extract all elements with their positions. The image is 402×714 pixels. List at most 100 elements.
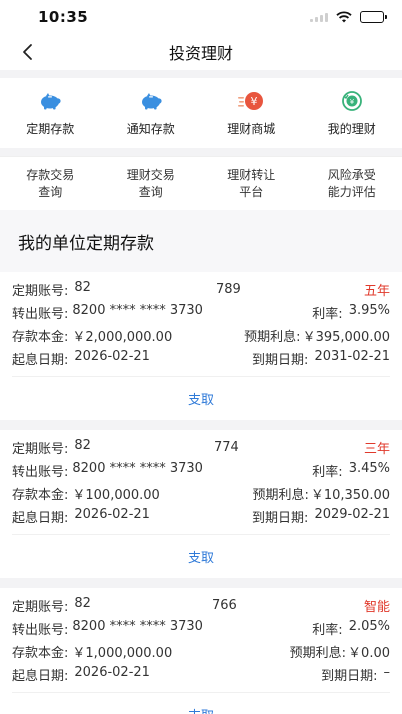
interest-value: ￥10,350.00 [310, 488, 390, 503]
principal-row: 存款本金: ￥2,000,000.00 预期利息: ￥395,000.00 [12, 324, 390, 347]
rate-label: 利率: [312, 623, 343, 638]
interest-label: 预期利息: [252, 488, 309, 503]
date-row: 起息日期: 2026-02-21 到期日期: 2029-02-21 [12, 505, 390, 528]
status-time: 10:35 [38, 8, 89, 26]
interest-value: ￥0.00 [348, 646, 390, 661]
interest-value: ￥395,000.00 [302, 330, 390, 345]
account-label: 定期账号: [12, 600, 69, 615]
menu-fixed-deposit[interactable]: 定期存款 [0, 90, 101, 137]
from-account-row: 转出账号: 8200 **** **** 3730 利率: 3.95% [12, 301, 390, 324]
principal-row: 存款本金: ￥1,000,000.00 预期利息: ￥0.00 [12, 640, 390, 663]
withdraw-row: 支取 [12, 692, 390, 714]
svg-text:¥: ¥ [350, 98, 355, 106]
interest-label: 预期利息: [289, 646, 347, 661]
start-date-value: 2026-02-21 [74, 507, 150, 522]
start-date-label: 起息日期: [12, 669, 69, 684]
account-suffix: 789 [216, 282, 241, 297]
account-prefix: 82 [74, 596, 91, 611]
section-title: 我的单位定期存款 [18, 233, 154, 254]
account-row: 定期账号: 82 789 五年 [12, 278, 390, 301]
function-links: 存款交易 查询 理财交易 查询 理财转让 平台 风险承受 能力评估 [0, 156, 402, 210]
start-date-value: 2026-02-21 [74, 349, 150, 364]
piggy-bank-icon [37, 90, 63, 112]
divider [0, 420, 402, 430]
start-date-value: 2026-02-21 [74, 665, 150, 680]
yen-coin-icon: ¥ [238, 90, 264, 112]
page-title: 投资理财 [168, 44, 233, 63]
principal-value: ￥100,000.00 [72, 488, 160, 503]
term-tag: 三年 [363, 442, 390, 457]
section-header: 我的单位定期存款 [0, 210, 402, 272]
end-date-value: – [383, 665, 391, 680]
from-account-label: 转出账号: [12, 465, 69, 480]
deposit-query-link[interactable]: 存款交易 查询 [0, 167, 101, 201]
term-tag: 五年 [363, 284, 390, 299]
menu-my-finance[interactable]: ¥ 我的理财 [302, 90, 402, 137]
from-account-row: 转出账号: 8200 **** **** 3730 利率: 2.05% [12, 617, 390, 640]
piggy-bank-icon [138, 90, 164, 112]
account-label: 定期账号: [12, 442, 69, 457]
interest-label: 预期利息: [244, 330, 301, 345]
from-account-value: 8200 **** **** 3730 [72, 303, 203, 318]
my-finance-icon: ¥ [339, 90, 365, 112]
deposit-card: 定期账号: 82 774 三年 转出账号: 8200 **** **** 373… [0, 430, 402, 578]
back-button[interactable] [14, 38, 40, 66]
finance-query-link[interactable]: 理财交易 查询 [101, 167, 202, 201]
account-row: 定期账号: 82 774 三年 [12, 436, 390, 459]
start-date-label: 起息日期: [12, 353, 69, 368]
rate-label: 利率: [312, 307, 343, 322]
menu-finance-mall[interactable]: ¥ 理财商城 [201, 90, 302, 137]
menu-label: 定期存款 [26, 121, 75, 136]
principal-row: 存款本金: ￥100,000.00 预期利息: ￥10,350.00 [12, 482, 390, 505]
start-date-label: 起息日期: [12, 511, 69, 526]
nav-bar: 投资理财 [0, 34, 402, 70]
account-label: 定期账号: [12, 284, 69, 299]
signal-icon [310, 12, 328, 22]
withdraw-button[interactable]: 支取 [188, 547, 214, 566]
from-account-row: 转出账号: 8200 **** **** 3730 利率: 3.45% [12, 459, 390, 482]
status-bar: 10:35 [0, 0, 402, 34]
end-date-label: 到期日期: [252, 353, 309, 368]
divider [0, 578, 402, 588]
menu-notice-deposit[interactable]: 通知存款 [101, 90, 202, 137]
status-icons [310, 11, 387, 23]
account-row: 定期账号: 82 766 智能 [12, 594, 390, 617]
end-date-label: 到期日期: [321, 669, 378, 684]
menu-label: 我的理财 [327, 121, 376, 136]
from-account-label: 转出账号: [12, 307, 69, 322]
account-suffix: 774 [214, 440, 239, 455]
withdraw-row: 支取 [12, 376, 390, 420]
chevron-left-icon [23, 44, 32, 60]
account-suffix: 766 [212, 598, 237, 613]
principal-label: 存款本金: [12, 330, 69, 345]
withdraw-row: 支取 [12, 534, 390, 578]
divider [0, 148, 402, 156]
principal-label: 存款本金: [12, 646, 69, 661]
svg-text:¥: ¥ [251, 95, 258, 108]
risk-assessment-link[interactable]: 风险承受 能力评估 [302, 167, 402, 201]
deposit-card: 定期账号: 82 766 智能 转出账号: 8200 **** **** 373… [0, 588, 402, 714]
end-date-value: 2031-02-21 [314, 349, 390, 364]
from-account-value: 8200 **** **** 3730 [72, 461, 203, 476]
menu-label: 理财商城 [227, 121, 276, 136]
principal-value: ￥2,000,000.00 [72, 330, 173, 345]
account-prefix: 82 [74, 438, 91, 453]
principal-value: ￥1,000,000.00 [72, 646, 173, 661]
rate-value: 3.45% [348, 461, 390, 476]
term-tag: 智能 [363, 600, 390, 615]
date-row: 起息日期: 2026-02-21 到期日期: – [12, 663, 390, 686]
quick-menu: 定期存款 通知存款 ¥ 理财商城 ¥ 我的理财 [0, 78, 402, 148]
end-date-label: 到期日期: [252, 511, 309, 526]
wifi-icon [336, 11, 352, 23]
from-account-label: 转出账号: [12, 623, 69, 638]
from-account-value: 8200 **** **** 3730 [72, 619, 203, 634]
withdraw-button[interactable]: 支取 [188, 389, 214, 408]
account-prefix: 82 [74, 280, 91, 295]
transfer-platform-link[interactable]: 理财转让 平台 [201, 167, 302, 201]
withdraw-button[interactable]: 支取 [188, 705, 214, 714]
menu-label: 通知存款 [126, 121, 175, 136]
date-row: 起息日期: 2026-02-21 到期日期: 2031-02-21 [12, 347, 390, 370]
battery-icon [360, 11, 387, 23]
rate-label: 利率: [312, 465, 343, 480]
principal-label: 存款本金: [12, 488, 69, 503]
